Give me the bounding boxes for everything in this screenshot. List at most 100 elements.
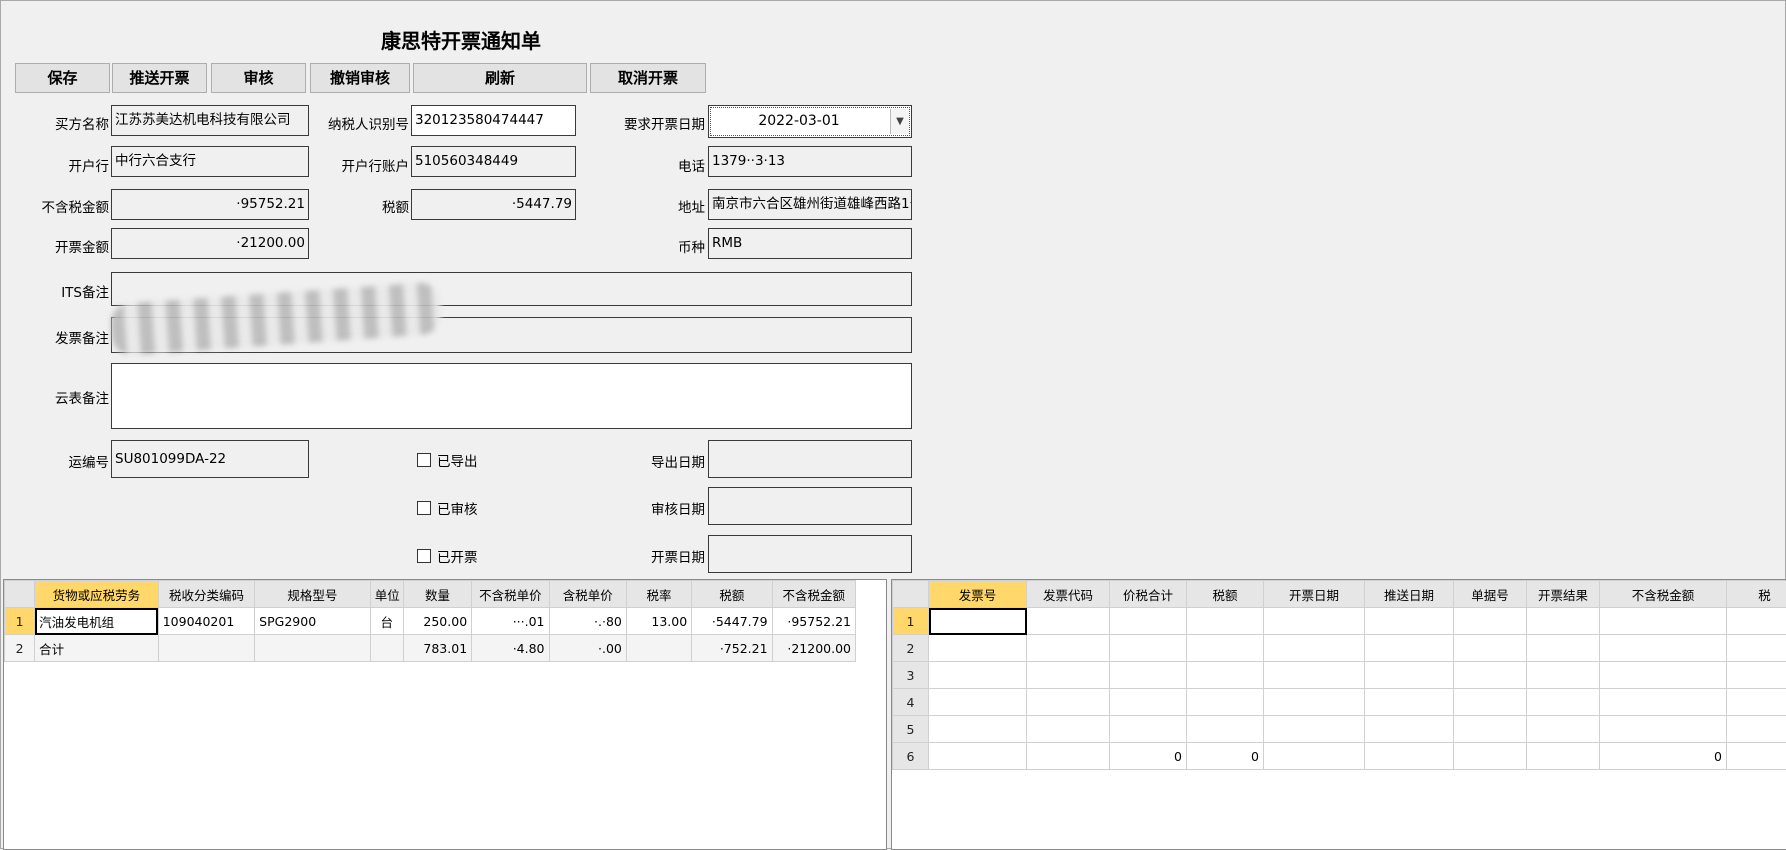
column-header[interactable]: 不含税金额 xyxy=(772,581,855,608)
phone-field[interactable]: 1379··3·13 xyxy=(708,146,912,177)
audit-date-field[interactable] xyxy=(708,487,912,525)
table-cell[interactable] xyxy=(1110,689,1187,716)
table-cell[interactable] xyxy=(1365,716,1454,743)
table-cell[interactable] xyxy=(1454,689,1527,716)
table-cell[interactable] xyxy=(929,635,1027,662)
refresh-button[interactable]: 刷新 xyxy=(413,63,587,93)
table-cell[interactable] xyxy=(1454,608,1527,635)
column-header[interactable]: 单据号 xyxy=(1454,581,1527,608)
table-cell[interactable] xyxy=(1600,662,1727,689)
table-cell[interactable] xyxy=(1600,635,1727,662)
table-cell[interactable] xyxy=(1110,662,1187,689)
revoke-audit-button[interactable]: 撤销审核 xyxy=(310,63,410,93)
table-cell[interactable] xyxy=(1727,743,1786,770)
row-number[interactable]: 5 xyxy=(893,716,929,743)
table-cell[interactable]: 13.00 xyxy=(626,608,691,635)
audit-button[interactable]: 审核 xyxy=(211,63,306,93)
table-cell[interactable] xyxy=(929,689,1027,716)
goods-grid[interactable]: 货物或应税劳务 税收分类编码 规格型号 单位 数量 不含税单价 含税单价 税率 … xyxy=(3,579,887,850)
table-cell[interactable]: 250.00 xyxy=(403,608,471,635)
table-cell[interactable] xyxy=(1027,662,1110,689)
table-cell[interactable] xyxy=(1527,716,1600,743)
column-header[interactable]: 税额 xyxy=(1187,581,1264,608)
table-row[interactable]: 5 xyxy=(893,716,1786,743)
buyer-name-field[interactable]: 江苏苏美达机电科技有限公司 xyxy=(111,105,309,136)
table-row[interactable]: 1 汽油发电机组 109040201 SPG2900 台 250.00 ···.… xyxy=(5,608,856,635)
column-header[interactable]: 单位 xyxy=(370,581,403,608)
table-row[interactable]: 2 xyxy=(893,635,1786,662)
table-cell[interactable] xyxy=(1527,608,1600,635)
table-cell[interactable] xyxy=(1027,689,1110,716)
column-header[interactable]: 税 xyxy=(1727,581,1786,608)
table-cell[interactable]: ·752.21 xyxy=(692,635,772,662)
table-cell[interactable] xyxy=(158,635,254,662)
table-cell[interactable]: 0 xyxy=(1110,743,1187,770)
row-number[interactable]: 1 xyxy=(893,608,929,635)
table-cell[interactable]: 783.01 xyxy=(403,635,471,662)
table-cell[interactable] xyxy=(1365,608,1454,635)
row-number[interactable]: 6 xyxy=(893,743,929,770)
table-cell[interactable] xyxy=(1365,689,1454,716)
table-cell[interactable]: 109040201 xyxy=(158,608,254,635)
table-cell[interactable] xyxy=(1187,662,1264,689)
table-cell[interactable] xyxy=(1600,608,1727,635)
table-cell[interactable]: ·21200.00 xyxy=(772,635,855,662)
table-cell[interactable]: ·95752.21 xyxy=(772,608,855,635)
table-cell[interactable] xyxy=(1187,608,1264,635)
table-cell[interactable] xyxy=(1187,689,1264,716)
currency-field[interactable]: RMB xyxy=(708,228,912,259)
bank-account-field[interactable]: 510560348449 xyxy=(411,146,576,177)
column-header[interactable]: 不含税单价 xyxy=(472,581,549,608)
table-cell[interactable] xyxy=(1454,743,1527,770)
table-cell[interactable] xyxy=(1454,635,1527,662)
column-header[interactable]: 含税单价 xyxy=(549,581,626,608)
table-cell[interactable] xyxy=(929,716,1027,743)
cancel-invoice-button[interactable]: 取消开票 xyxy=(590,63,706,93)
column-header[interactable]: 数量 xyxy=(403,581,471,608)
invoice-grid[interactable]: 发票号 发票代码 价税合计 税额 开票日期 推送日期 单据号 开票结果 不含税金… xyxy=(891,579,1786,850)
column-header[interactable]: 规格型号 xyxy=(255,581,371,608)
table-cell[interactable]: 台 xyxy=(370,608,403,635)
amount-ex-tax-field[interactable]: ·95752.21 xyxy=(111,189,309,220)
table-cell[interactable] xyxy=(1365,635,1454,662)
chevron-down-icon[interactable]: ▼ xyxy=(890,109,909,134)
table-cell[interactable] xyxy=(1527,635,1600,662)
invoice-amount-field[interactable]: ·21200.00 xyxy=(111,228,309,259)
table-cell[interactable] xyxy=(1454,662,1527,689)
table-cell[interactable] xyxy=(1264,689,1365,716)
table-cell[interactable] xyxy=(929,608,1027,635)
column-header[interactable]: 价税合计 xyxy=(1110,581,1187,608)
table-cell[interactable] xyxy=(1600,689,1727,716)
table-cell[interactable] xyxy=(1027,608,1110,635)
table-cell[interactable] xyxy=(929,662,1027,689)
table-row[interactable]: 2 合计 783.01 ·4.80 ·.00 ·752.21 ·21200.00 xyxy=(5,635,856,662)
table-row[interactable]: 1 xyxy=(893,608,1786,635)
column-header[interactable]: 税率 xyxy=(626,581,691,608)
table-cell[interactable]: 汽油发电机组 xyxy=(35,608,159,635)
table-cell[interactable]: 0 xyxy=(1187,743,1264,770)
push-invoice-button[interactable]: 推送开票 xyxy=(112,63,207,93)
table-cell[interactable]: 合计 xyxy=(35,635,159,662)
table-cell[interactable] xyxy=(1727,689,1786,716)
row-number[interactable]: 4 xyxy=(893,689,929,716)
column-header[interactable]: 货物或应税劳务 xyxy=(35,581,159,608)
checkbox-box[interactable] xyxy=(417,549,431,563)
save-button[interactable]: 保存 xyxy=(15,63,110,93)
column-header[interactable]: 税额 xyxy=(692,581,772,608)
invoiced-checkbox[interactable]: 已开票 xyxy=(417,546,478,566)
table-cell[interactable] xyxy=(1727,635,1786,662)
row-number[interactable]: 3 xyxy=(893,662,929,689)
table-cell[interactable] xyxy=(1365,743,1454,770)
table-cell[interactable]: SPG2900 xyxy=(255,608,371,635)
table-cell[interactable] xyxy=(1264,743,1365,770)
address-field[interactable]: 南京市六合区雄州街道雄峰西路1号 xyxy=(708,189,912,220)
table-cell[interactable] xyxy=(1264,608,1365,635)
table-cell[interactable] xyxy=(1027,635,1110,662)
table-cell[interactable] xyxy=(1187,635,1264,662)
table-cell[interactable] xyxy=(1527,743,1600,770)
table-cell[interactable] xyxy=(1365,662,1454,689)
table-cell[interactable]: ·.00 xyxy=(549,635,626,662)
column-header[interactable]: 推送日期 xyxy=(1365,581,1454,608)
table-cell[interactable] xyxy=(929,743,1027,770)
exported-checkbox[interactable]: 已导出 xyxy=(417,450,478,470)
